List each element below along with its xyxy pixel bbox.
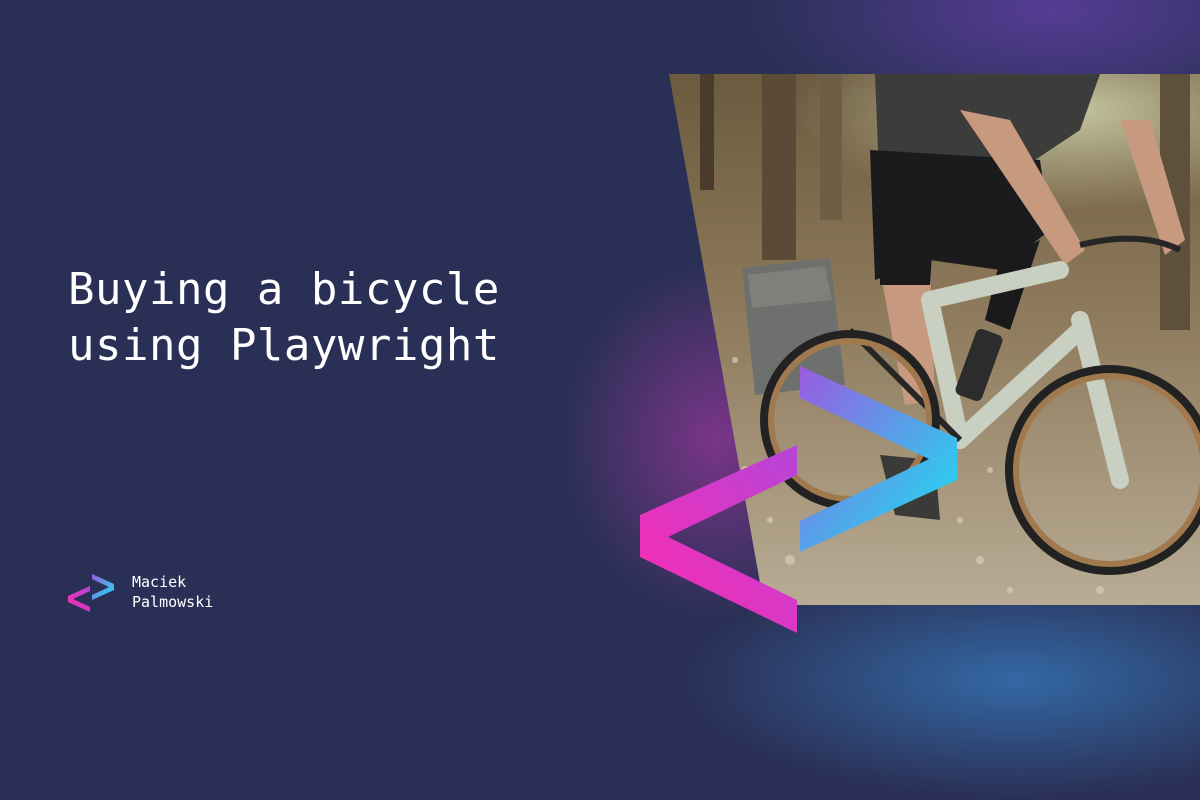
author-name: Maciek Palmowski: [132, 572, 213, 612]
author-last-name: Palmowski: [132, 593, 214, 611]
author-block: Maciek Palmowski: [66, 572, 213, 612]
code-brackets-logo-icon: [68, 574, 114, 612]
author-first-name: Maciek: [132, 573, 187, 591]
cyclist-photo: [669, 74, 1200, 605]
